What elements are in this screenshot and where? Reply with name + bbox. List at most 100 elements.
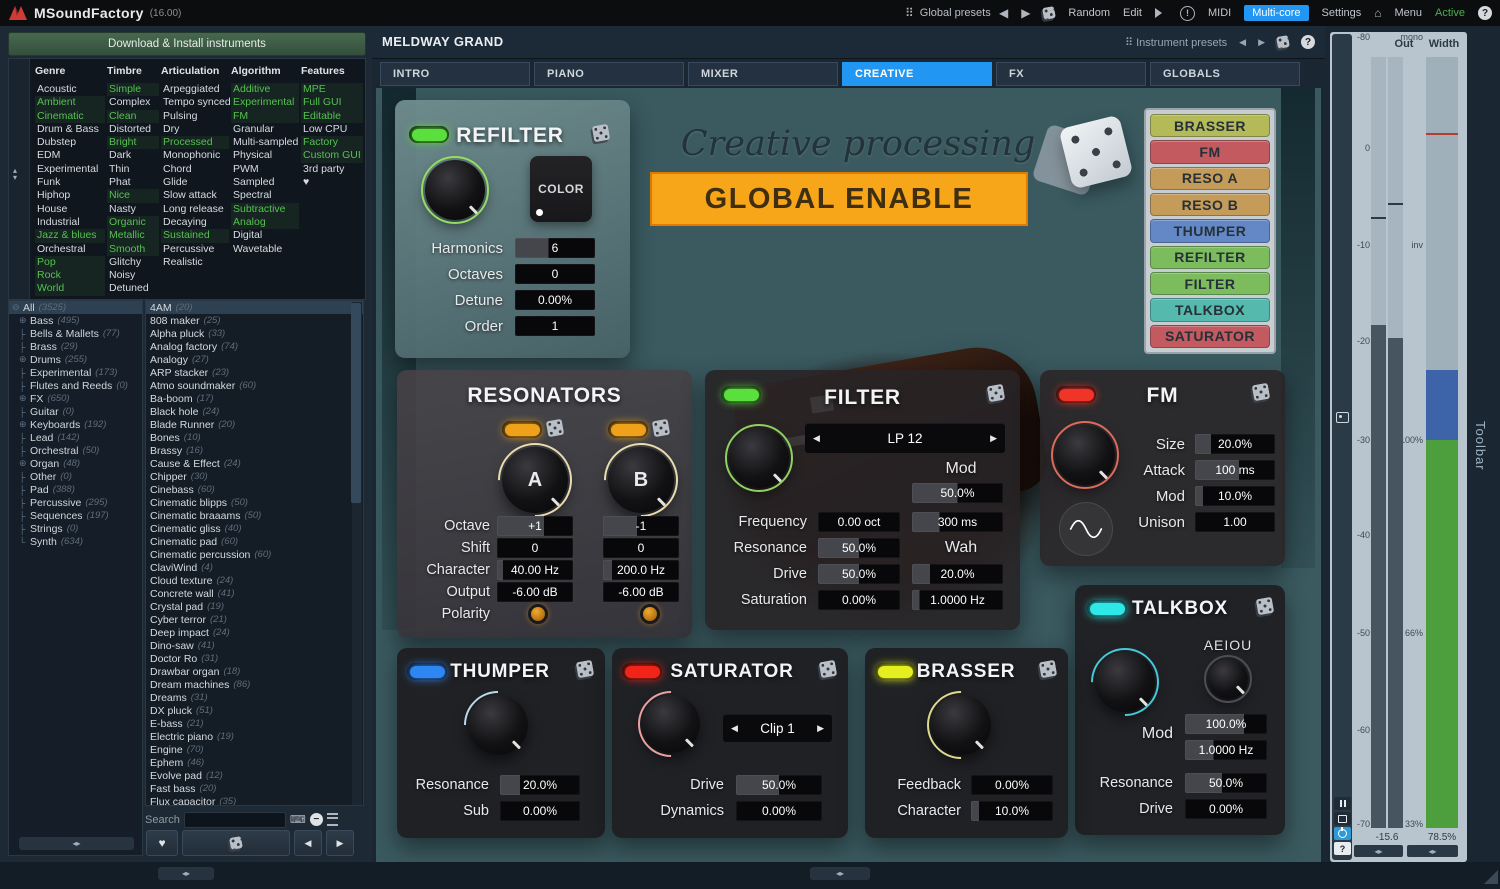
tag-item[interactable]: Noisy [107, 269, 159, 282]
tag-item[interactable]: Dry [161, 123, 229, 136]
filter-mode-selector[interactable]: ◀ LP 12 ▶ [805, 423, 1005, 453]
tag-item[interactable]: Cinematic [35, 110, 105, 123]
dice-icon[interactable] [652, 419, 671, 438]
preset-list-item[interactable]: Chipper(30) [146, 470, 363, 483]
next-mode-icon[interactable]: ▶ [809, 723, 832, 734]
prev-preset-button[interactable]: ◀ [999, 6, 1008, 20]
tag-item[interactable]: Processed [161, 136, 229, 149]
preset-list-item[interactable]: DX pluck(51) [146, 704, 363, 717]
tag-item[interactable]: World [35, 282, 105, 295]
preset-list-item[interactable]: Cinematic pad(60) [146, 535, 363, 548]
resonator-b-toggle[interactable] [608, 421, 648, 438]
saturator-knob[interactable] [642, 695, 700, 753]
tag-item[interactable]: Nice [107, 189, 159, 202]
global-enable-button[interactable]: GLOBAL ENABLE [650, 172, 1028, 226]
aeiou-knob[interactable] [1208, 659, 1248, 699]
preset-scrollbar[interactable] [352, 302, 362, 806]
preset-list-item[interactable]: Analogy(27) [146, 353, 363, 366]
module-list-button[interactable]: FM [1150, 140, 1270, 163]
polarity-a-button[interactable] [528, 604, 548, 624]
param-value-field[interactable]: 50.0% [1185, 773, 1267, 793]
edit-button[interactable]: Edit [1123, 7, 1142, 19]
param-value-field[interactable]: 0.00% [515, 290, 595, 310]
preset-list-item[interactable]: Atmo soundmaker(60) [146, 379, 363, 392]
help-icon[interactable]: ? [1478, 6, 1492, 20]
tag-item[interactable]: Chord [161, 163, 229, 176]
preset-list-item[interactable]: Fast bass(20) [146, 782, 363, 795]
param-value-field[interactable]: 20.0% [500, 775, 580, 795]
dice-icon[interactable] [1276, 35, 1290, 49]
param-value-field[interactable]: -6.00 dB [497, 582, 573, 602]
preset-list-item[interactable]: Alpha pluck(33) [146, 327, 363, 340]
category-tree-item[interactable]: ├ Other(0) [9, 470, 142, 483]
preset-list-item[interactable]: Dino-saw(41) [146, 639, 363, 652]
tag-scroll-gutter[interactable]: ▴▾ [9, 59, 30, 299]
color-xy-pad[interactable]: COLOR [530, 156, 592, 222]
category-tree-item[interactable]: ⊕ Drums(255) [9, 353, 142, 366]
preset-list-item[interactable]: Electric piano(19) [146, 730, 363, 743]
alert-icon[interactable]: ! [1180, 6, 1195, 21]
category-tree-item[interactable]: ⊕ FX(650) [9, 392, 142, 405]
preset-list-item[interactable]: Crystal pad(19) [146, 600, 363, 613]
tag-item[interactable]: Funk [35, 176, 105, 189]
tag-item[interactable]: Percussive [161, 243, 229, 256]
tag-item[interactable]: Monophonic [161, 149, 229, 162]
tag-item[interactable]: Organic [107, 216, 159, 229]
tag-item[interactable]: 3rd party [301, 163, 363, 176]
tag-item[interactable]: FM [231, 110, 299, 123]
editor-tab[interactable]: FX [996, 62, 1146, 86]
param-value-field[interactable]: 1.00 [1195, 512, 1275, 532]
preset-list-item[interactable]: Engine(70) [146, 743, 363, 756]
tag-item[interactable]: Additive [231, 83, 299, 96]
tag-item[interactable]: Subtractive [231, 203, 299, 216]
tag-item[interactable]: Glide [161, 176, 229, 189]
editor-tab[interactable]: PIANO [534, 62, 684, 86]
preset-list-item[interactable]: Dreams(31) [146, 691, 363, 704]
talkbox-knob[interactable] [1095, 652, 1155, 712]
param-value-field[interactable]: 0 [497, 538, 573, 558]
tag-item[interactable]: Hiphop [35, 189, 105, 202]
category-tree-item[interactable]: ⊖ All(3525) [9, 301, 142, 314]
param-value-field[interactable]: 0.00% [818, 590, 900, 610]
preset-scrollbar-thumb[interactable] [351, 303, 361, 503]
module-list-button[interactable]: REFILTER [1150, 246, 1270, 269]
tag-item[interactable]: Pop [35, 256, 105, 269]
meter-resize-handle[interactable]: ◂▸ [1407, 845, 1458, 857]
tag-item[interactable]: Experimental [231, 96, 299, 109]
tag-item[interactable]: Tempo synced [161, 96, 229, 109]
tag-item[interactable]: MPE [301, 83, 363, 96]
settings-button[interactable]: Settings [1322, 7, 1362, 19]
preset-list-item[interactable]: Cinematic blipps(50) [146, 496, 363, 509]
category-tree-item[interactable]: ├ Pad(388) [9, 483, 142, 496]
resonator-a-knob[interactable]: A [502, 447, 568, 513]
param-value-field[interactable]: 0 [515, 264, 595, 284]
tag-item[interactable]: Orchestral [35, 243, 105, 256]
param-value-field[interactable]: 0.00% [736, 801, 822, 821]
tag-item[interactable]: Metallic [107, 229, 159, 242]
param-value-field[interactable]: +1 [497, 516, 573, 536]
active-status[interactable]: Active [1435, 7, 1465, 19]
editor-tab[interactable]: INTRO [380, 62, 530, 86]
tree-resize-handle[interactable]: ◂▸ [19, 837, 134, 850]
tag-item[interactable]: Dark [107, 149, 159, 162]
category-tree-item[interactable]: ├ Sequences(197) [9, 509, 142, 522]
module-list-button[interactable]: SATURATOR [1150, 325, 1270, 348]
param-value-field[interactable]: 200.0 Hz [603, 560, 679, 580]
preset-list-item[interactable]: Cloud texture(24) [146, 574, 363, 587]
prev-button[interactable]: ◀ [294, 830, 322, 856]
module-list-button[interactable]: TALKBOX [1150, 298, 1270, 321]
category-tree-item[interactable]: ├ Flutes and Reeds(0) [9, 379, 142, 392]
category-tree-item[interactable]: ├ Percussive(295) [9, 496, 142, 509]
preset-list-item[interactable]: Deep impact(24) [146, 626, 363, 639]
home-icon[interactable]: ⌂ [1374, 6, 1381, 20]
preset-list-item[interactable]: Analog factory(74) [146, 340, 363, 353]
tag-item[interactable]: Long release [161, 203, 229, 216]
next-mode-icon[interactable]: ▶ [982, 433, 1005, 444]
tag-item[interactable]: Custom GUI [301, 149, 363, 162]
preset-list-item[interactable]: Cinebass(60) [146, 483, 363, 496]
param-value-field[interactable]: 100 ms [1195, 460, 1275, 480]
dice-icon[interactable] [576, 660, 595, 679]
param-value-field[interactable]: 1.0000 Hz [1185, 740, 1267, 760]
preset-list-item[interactable]: Dream machines(86) [146, 678, 363, 691]
toolbar-vertical-label[interactable]: Toolbar [1473, 421, 1488, 471]
